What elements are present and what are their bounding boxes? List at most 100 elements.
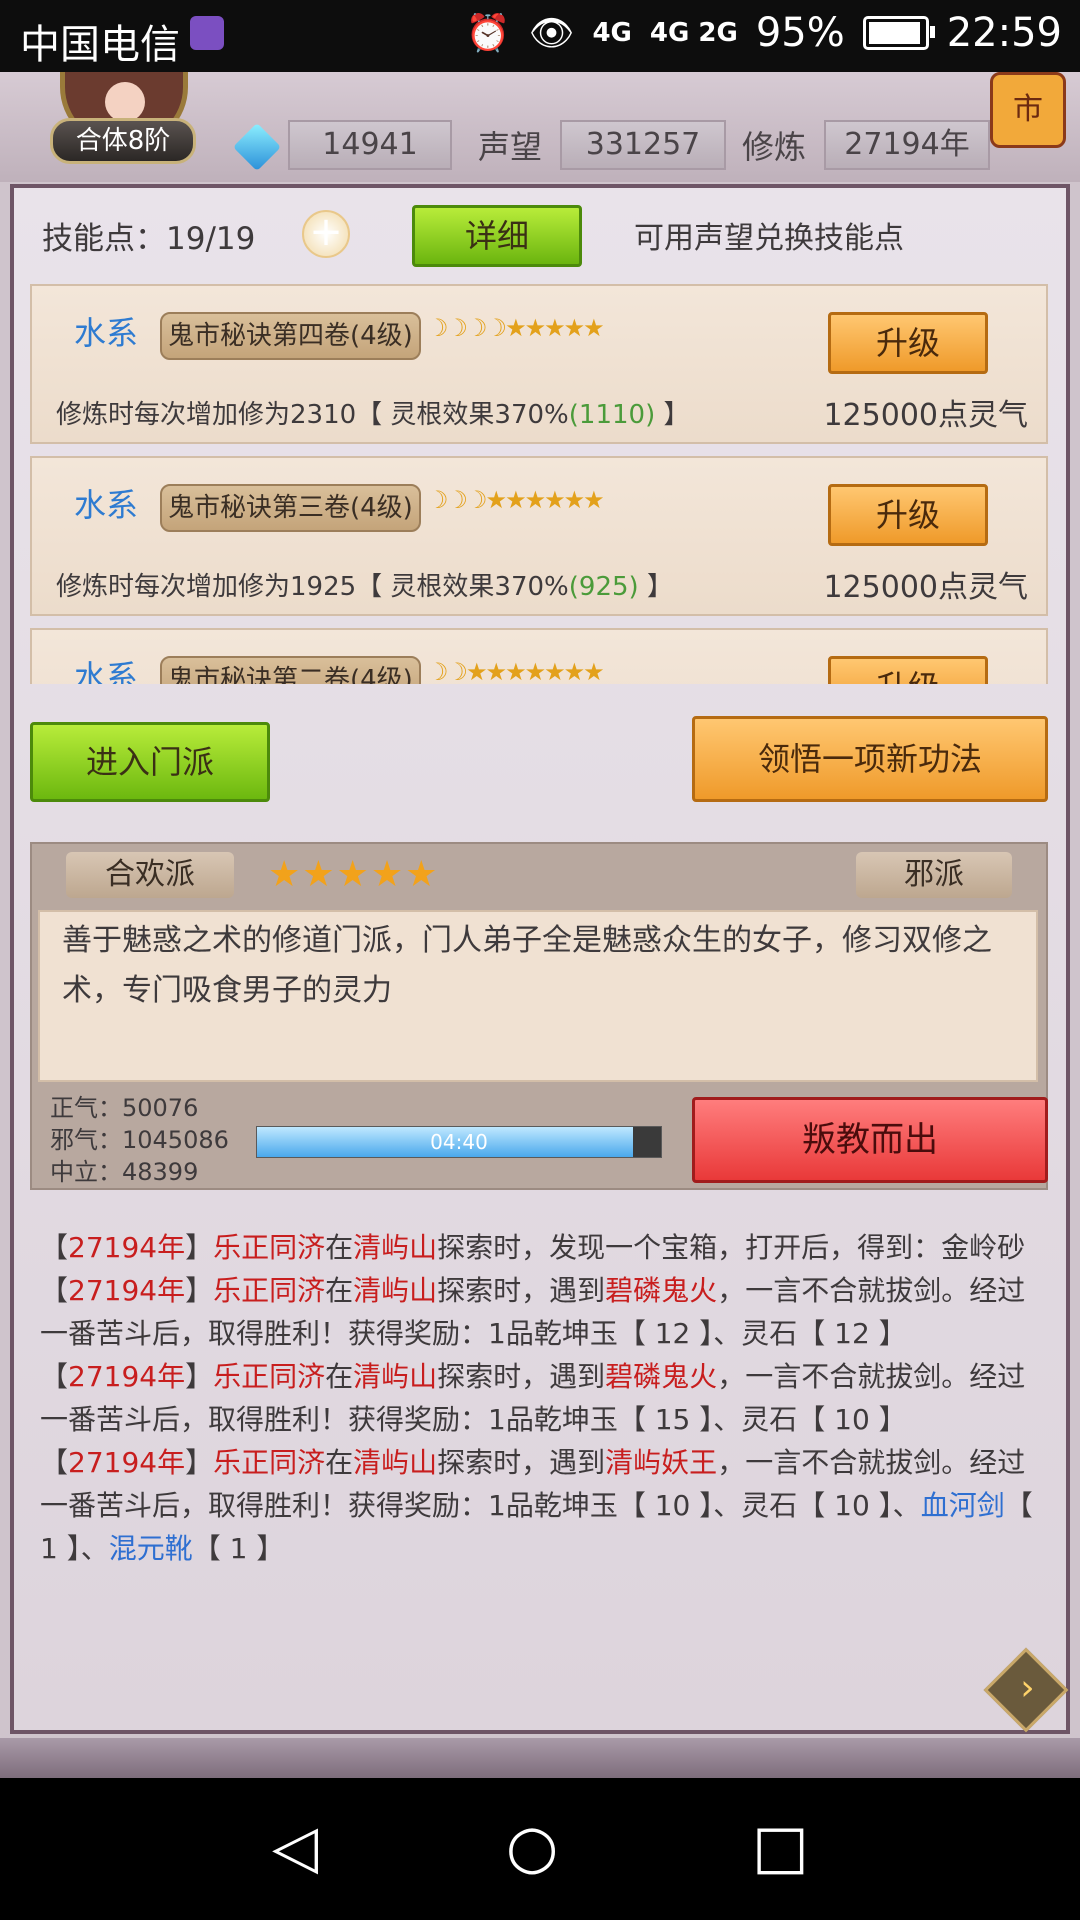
log-bracket: 】 bbox=[185, 1274, 214, 1307]
clock: 22:59 bbox=[946, 10, 1062, 56]
log-bracket: 【 bbox=[40, 1360, 69, 1393]
log-player: 乐正同济 bbox=[213, 1274, 326, 1307]
skill-list[interactable]: 水系 鬼市秘诀第四卷(4级) ☽☽☽☽★★★★★ 升级 修炼时每次增加修为231… bbox=[30, 284, 1048, 684]
zhongli-value: 中立：48399 bbox=[50, 1158, 199, 1186]
skill-desc-end: 】 bbox=[638, 572, 673, 602]
log-text: 在 bbox=[325, 1231, 354, 1264]
market-lantern-button[interactable]: 市 bbox=[990, 72, 1066, 148]
log-player: 乐正同济 bbox=[213, 1360, 326, 1393]
log-bracket: 】 bbox=[185, 1446, 214, 1479]
upgrade-button[interactable]: 升级 bbox=[828, 656, 988, 684]
log-entry: 【27194年】乐正同济在清屿山探索时，发现一个宝箱，打开后，得到：金岭砂 bbox=[40, 1226, 1040, 1269]
skill-desc-end: 】 bbox=[655, 400, 690, 430]
reputation-value: 331257 bbox=[560, 120, 726, 170]
zhengqi-value: 正气：50076 bbox=[50, 1094, 199, 1122]
skill-element: 水系 bbox=[74, 658, 139, 684]
eye-icon: 👁 bbox=[528, 13, 575, 54]
sect-description: 善于魅惑之术的修道门派，门人弟子全是魅惑众生的女子，修习双修之术，专门吸食男子的… bbox=[38, 910, 1038, 1082]
log-entry: 【27194年】乐正同济在清屿山探索时，遇到碧磷鬼火，一言不合就拔剑。经过一番苦… bbox=[40, 1269, 1040, 1355]
learn-technique-button[interactable]: 领悟一项新功法 bbox=[692, 716, 1048, 802]
log-bracket: 】 bbox=[185, 1231, 214, 1264]
log-text: 在 bbox=[325, 1446, 354, 1479]
reputation-label: 声望 bbox=[478, 128, 543, 166]
log-text: 探索时，遇到 bbox=[437, 1360, 606, 1393]
sect-alignment-tab[interactable]: 邪派 bbox=[856, 852, 1012, 898]
log-year: 27194年 bbox=[68, 1274, 186, 1307]
log-enemy: 碧磷鬼火 bbox=[605, 1274, 718, 1307]
upgrade-button[interactable]: 升级 bbox=[828, 484, 988, 546]
skill-desc-text: 修炼时每次增加修为1925【 灵根效果370% bbox=[56, 572, 569, 602]
log-text: 在 bbox=[325, 1274, 354, 1307]
event-log: 【27194年】乐正同济在清屿山探索时，发现一个宝箱，打开后，得到：金岭砂 【2… bbox=[40, 1226, 1040, 1570]
home-icon[interactable]: ○ bbox=[506, 1812, 558, 1882]
log-player: 乐正同济 bbox=[213, 1231, 326, 1264]
log-entry: 【27194年】乐正同济在清屿山探索时，遇到清屿妖王，一言不合就拔剑。经过一番苦… bbox=[40, 1441, 1040, 1570]
log-text: 【 1 】 bbox=[192, 1532, 285, 1565]
log-entry: 【27194年】乐正同济在清屿山探索时，遇到碧磷鬼火，一言不合就拔剑。经过一番苦… bbox=[40, 1355, 1040, 1441]
log-text: 在 bbox=[325, 1360, 354, 1393]
gem-count: 14941 bbox=[288, 120, 452, 170]
log-bracket: 【 bbox=[40, 1231, 69, 1264]
log-year: 27194年 bbox=[68, 1360, 186, 1393]
log-year: 27194年 bbox=[68, 1446, 186, 1479]
skill-rating: ☽☽☽★★★★★★ bbox=[427, 486, 605, 514]
log-place: 清屿山 bbox=[353, 1274, 438, 1307]
bottom-menu-strip bbox=[0, 1738, 1080, 1778]
log-bracket: 】 bbox=[185, 1360, 214, 1393]
skill-cost: 125000点灵气 bbox=[823, 570, 1028, 605]
skill-name: 鬼市秘诀第三卷(4级) bbox=[160, 484, 421, 532]
log-item: 血河剑 bbox=[920, 1489, 1005, 1522]
skill-card: 水系 鬼市秘诀第四卷(4级) ☽☽☽☽★★★★★ 升级 修炼时每次增加修为231… bbox=[30, 284, 1048, 444]
skill-description: 修炼时每次增加修为1925【 灵根效果370%(925) 】 bbox=[56, 566, 673, 603]
upgrade-button[interactable]: 升级 bbox=[828, 312, 988, 374]
log-text: 探索时，遇到 bbox=[437, 1446, 606, 1479]
network-label: 4G bbox=[592, 18, 632, 48]
log-bracket: 【 bbox=[40, 1446, 69, 1479]
battery-icon bbox=[862, 16, 935, 50]
skill-rating: ☽☽☽☽★★★★★ bbox=[427, 314, 605, 342]
alignment-stats: 正气：50076 邪气：1045086 中立：48399 bbox=[50, 1092, 229, 1188]
skill-desc-bonus: (1110) bbox=[568, 400, 656, 430]
log-item: 混元靴 bbox=[108, 1532, 193, 1565]
detail-button[interactable]: 详细 bbox=[412, 205, 582, 267]
timer-progress-bar: 04:40 bbox=[256, 1126, 662, 1158]
cultivation-label: 修炼 bbox=[742, 128, 807, 166]
sect-name-tab[interactable]: 合欢派 bbox=[66, 852, 234, 898]
skill-cost: 125000点灵气 bbox=[823, 398, 1028, 433]
log-text: 探索时，遇到 bbox=[437, 1274, 606, 1307]
log-bracket: 【 bbox=[40, 1274, 69, 1307]
add-skill-point-button[interactable]: + bbox=[302, 210, 350, 258]
skill-desc-bonus: (925) bbox=[568, 572, 639, 602]
skill-rating: ☽☽★★★★★★★ bbox=[427, 658, 605, 684]
enter-sect-button[interactable]: 进入门派 bbox=[30, 722, 270, 802]
skill-description: 修炼时每次增加修为2310【 灵根效果370%(1110) 】 bbox=[56, 394, 690, 431]
skill-name: 鬼市秘诀第四卷(4级) bbox=[160, 312, 421, 360]
recents-icon[interactable]: □ bbox=[752, 1812, 809, 1882]
rank-badge: 合体8阶 bbox=[50, 118, 196, 164]
skill-points-label: 技能点：19/19 bbox=[42, 221, 256, 257]
chevron-right-icon: › bbox=[1020, 1667, 1035, 1709]
xieqi-value: 邪气：1045086 bbox=[50, 1126, 229, 1154]
skill-desc-text: 修炼时每次增加修为2310【 灵根效果370% bbox=[56, 400, 569, 430]
log-year: 27194年 bbox=[68, 1231, 186, 1264]
skill-card: 水系 鬼市秘诀第二卷(4级) ☽☽★★★★★★★ 升级 bbox=[30, 628, 1048, 684]
system-nav-bar: ◁ ○ □ bbox=[0, 1778, 1080, 1920]
gallery-notification-icon bbox=[190, 16, 224, 50]
exchange-hint: 可用声望兑换技能点 bbox=[634, 221, 904, 256]
log-text: 探索时，发现一个宝箱，打开后，得到：金岭砂 bbox=[437, 1231, 1026, 1264]
back-icon[interactable]: ◁ bbox=[272, 1812, 318, 1882]
sect-stars: ★★★★★ bbox=[268, 854, 440, 895]
log-place: 清屿山 bbox=[353, 1360, 438, 1393]
log-place: 清屿山 bbox=[353, 1446, 438, 1479]
skill-card: 水系 鬼市秘诀第三卷(4级) ☽☽☽★★★★★★ 升级 修炼时每次增加修为192… bbox=[30, 456, 1048, 616]
skill-element: 水系 bbox=[74, 486, 139, 524]
status-bar: 中国电信 ⏰ 👁 4G 4G 2G 95% 22:59 bbox=[0, 0, 1080, 72]
cultivation-value: 27194年 bbox=[824, 120, 990, 170]
log-player: 乐正同济 bbox=[213, 1446, 326, 1479]
skill-name: 鬼市秘诀第二卷(4级) bbox=[160, 656, 421, 684]
leave-sect-button[interactable]: 叛教而出 bbox=[692, 1097, 1048, 1183]
battery-percent: 95% bbox=[755, 10, 845, 56]
carrier-label: 中国电信 bbox=[20, 22, 180, 68]
alarm-icon: ⏰ bbox=[465, 13, 511, 54]
log-place: 清屿山 bbox=[353, 1231, 438, 1264]
